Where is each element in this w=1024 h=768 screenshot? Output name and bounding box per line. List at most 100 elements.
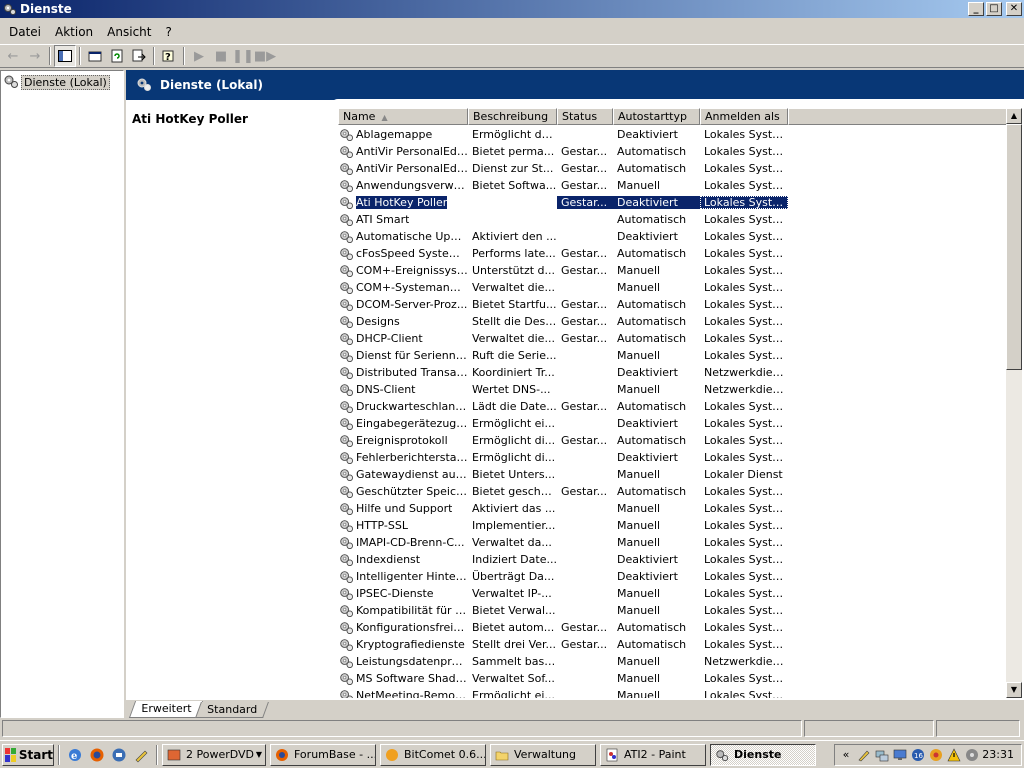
services-list[interactable]: Name ▲ Beschreibung Status Autostarttyp A… <box>338 108 1022 698</box>
menu-help[interactable]: ? <box>158 22 178 42</box>
properties-icon[interactable] <box>84 45 106 67</box>
table-row[interactable]: MS Software Shado... Verwaltet Sof... Manu… <box>338 670 1008 687</box>
table-row[interactable]: Indexdienst Indiziert Date... Deaktiviert L… <box>338 551 1008 568</box>
tray-ati-icon[interactable] <box>928 747 944 763</box>
column-header-description[interactable]: Beschreibung <box>468 108 557 125</box>
table-row[interactable]: Anwendungsverwal... Bietet Softwa... Gesta… <box>338 177 1008 194</box>
service-logon: Lokales System <box>704 332 788 345</box>
vertical-scrollbar[interactable]: ▲ ▼ <box>1006 108 1022 698</box>
scroll-up-icon[interactable]: ▲ <box>1006 108 1022 124</box>
quicklaunch-separator <box>156 744 158 765</box>
table-row[interactable]: AntiVir PersonalEditi... Bietet perma... G… <box>338 143 1008 160</box>
start-service-icon[interactable]: ▶ <box>188 45 210 67</box>
close-button[interactable]: ✕ <box>1006 2 1022 16</box>
service-name: Kryptografiedienste <box>338 637 468 653</box>
service-status: Gestar... <box>561 621 608 634</box>
tray-pencil-icon[interactable] <box>856 747 872 763</box>
show-hide-console-tree-icon[interactable] <box>54 45 76 67</box>
table-row[interactable]: Geschützter Speicher Bietet geschü... Gest… <box>338 483 1008 500</box>
table-row[interactable]: IMAPI-CD-Brenn-C... Verwaltet da... Manuel… <box>338 534 1008 551</box>
menu-ansicht[interactable]: Ansicht <box>100 22 158 42</box>
windows-logo-icon <box>5 747 16 762</box>
scroll-down-icon[interactable]: ▼ <box>1006 682 1022 698</box>
menu-aktion[interactable]: Aktion <box>48 22 100 42</box>
tray-expand-icon[interactable]: « <box>838 747 854 763</box>
tree-item-dienste-lokal[interactable]: Dienste (Lokal) <box>1 71 123 94</box>
tab-erweitert[interactable]: Erweitert <box>128 701 204 718</box>
service-name-text: Gatewaydienst auf ... <box>356 468 468 481</box>
table-row[interactable]: COM+-Ereignissystem Unterstützt d... Gesta… <box>338 262 1008 279</box>
table-row[interactable]: Ati HotKey Poller Gestar... Deaktiviert Lok… <box>338 194 1008 211</box>
table-row[interactable]: Designs Stellt die Desi... Gestar... Automa… <box>338 313 1008 330</box>
table-row[interactable]: Eingabegerätezugang Ermöglicht ei... Deakt… <box>338 415 1008 432</box>
thunderbird-icon[interactable] <box>108 744 130 766</box>
stop-service-icon[interactable]: ■ <box>210 45 232 67</box>
table-row[interactable]: Hilfe und Support Aktiviert das ... Manuel… <box>338 500 1008 517</box>
back-arrow-icon[interactable]: ← <box>2 45 24 67</box>
refresh-icon[interactable] <box>106 45 128 67</box>
details-pane: Dienste (Lokal) Ati HotKey Poller Name ▲ … <box>126 70 1024 718</box>
taskbar-button[interactable]: Verwaltung <box>490 743 596 766</box>
table-row[interactable]: Intelligenter Hinterg... Überträgt Da... D… <box>338 568 1008 585</box>
menu-datei[interactable]: Datei <box>2 22 48 42</box>
table-row[interactable]: Kryptografiedienste Stellt drei Ver... Ges… <box>338 636 1008 653</box>
export-list-icon[interactable] <box>128 45 150 67</box>
tab-standard[interactable]: Standard <box>195 702 270 718</box>
start-button[interactable]: Start <box>2 743 54 766</box>
restart-service-icon[interactable]: ■▶ <box>254 45 276 67</box>
table-row[interactable]: cFosSpeed System ... Performs late... Gest… <box>338 245 1008 262</box>
table-row[interactable]: COM+-Systemanwe... Verwaltet die... Manuel… <box>338 279 1008 296</box>
column-header-name[interactable]: Name ▲ <box>338 108 468 125</box>
maximize-button[interactable]: □ <box>986 2 1002 16</box>
column-header-status[interactable]: Status <box>557 108 613 125</box>
table-row[interactable]: HTTP-SSL Implementier... Manuell Lokales Sy… <box>338 517 1008 534</box>
table-row[interactable]: Druckwarteschlange Lädt die Date... Gestar… <box>338 398 1008 415</box>
internet-explorer-icon[interactable]: e <box>64 744 86 766</box>
scroll-thumb[interactable] <box>1006 124 1022 370</box>
table-row[interactable]: Leistungsdatenprot... Sammelt basi... Manu… <box>338 653 1008 670</box>
table-row[interactable]: AntiVir PersonalEditi... Dienst zur St...… <box>338 160 1008 177</box>
table-row[interactable]: DCOM-Server-Proz... Bietet Startfu... Gest… <box>338 296 1008 313</box>
taskbar-button[interactable]: Dienste <box>710 743 816 766</box>
help-icon[interactable]: ? <box>158 45 180 67</box>
service-logon: Lokales System <box>704 485 788 498</box>
taskbar-button[interactable]: ATI2 - Paint <box>600 743 706 766</box>
forward-arrow-icon[interactable]: → <box>24 45 46 67</box>
service-description: Bietet perma... <box>472 145 555 158</box>
tray-network-icon[interactable] <box>874 747 890 763</box>
pane-banner: Dienste (Lokal) <box>126 70 1024 100</box>
firefox-icon[interactable] <box>86 744 108 766</box>
tray-speedometer-icon[interactable]: 16 <box>910 747 926 763</box>
table-row[interactable]: Automatische Updates Aktiviert den ... Dea… <box>338 228 1008 245</box>
table-row[interactable]: Dienst für Seriennu... Ruft die Serie... M… <box>338 347 1008 364</box>
service-name-text: Automatische Updates <box>356 230 468 243</box>
table-row[interactable]: ATI Smart Automatisch Lokales System <box>338 211 1008 228</box>
taskbar-button[interactable]: ForumBase - ... <box>270 743 376 766</box>
table-row[interactable]: Konfigurationsfreie ... Bietet autom... Ge… <box>338 619 1008 636</box>
service-status: Gestar... <box>561 434 608 447</box>
table-row[interactable]: Kompatibilität für sc... Bietet Verwal...… <box>338 602 1008 619</box>
pause-service-icon[interactable]: ❚❚ <box>232 45 254 67</box>
pencil-icon[interactable] <box>130 744 152 766</box>
tray-monitor-icon[interactable] <box>892 747 908 763</box>
taskbar-button-label: Verwaltung <box>514 748 576 761</box>
taskbar-button[interactable]: 2 PowerDVD ▼ <box>162 743 266 766</box>
table-row[interactable]: Gatewaydienst auf ... Bietet Unters... Man… <box>338 466 1008 483</box>
table-row[interactable]: DHCP-Client Verwaltet die... Gestar... Auto… <box>338 330 1008 347</box>
table-row[interactable]: NetMeeting-Remote... Ermöglicht ei... Manu… <box>338 687 1008 698</box>
tray-warning-icon[interactable] <box>946 747 962 763</box>
tray-volume-icon[interactable] <box>964 747 980 763</box>
table-row[interactable]: DNS-Client Wertet DNS-... Manuell Netzwerkd… <box>338 381 1008 398</box>
status-bar <box>0 719 1024 739</box>
minimize-button[interactable]: _ <box>968 2 984 16</box>
service-gear-icon <box>338 127 354 143</box>
table-row[interactable]: IPSEC-Dienste Verwaltet IP-... Manuell Loka… <box>338 585 1008 602</box>
table-row[interactable]: Ereignisprotokoll Ermöglicht di... Gestar.… <box>338 432 1008 449</box>
services-icon <box>714 747 730 763</box>
table-row[interactable]: Ablagemappe Ermöglicht de... Deaktiviert Lo… <box>338 126 1008 143</box>
column-header-logon-as[interactable]: Anmelden als <box>700 108 788 125</box>
taskbar-button[interactable]: BitComet 0.6... <box>380 743 486 766</box>
column-header-startup-type[interactable]: Autostarttyp <box>613 108 700 125</box>
table-row[interactable]: Distributed Transac... Koordiniert Tr... D… <box>338 364 1008 381</box>
table-row[interactable]: Fehlerberichterstatt... Ermöglicht di... D… <box>338 449 1008 466</box>
